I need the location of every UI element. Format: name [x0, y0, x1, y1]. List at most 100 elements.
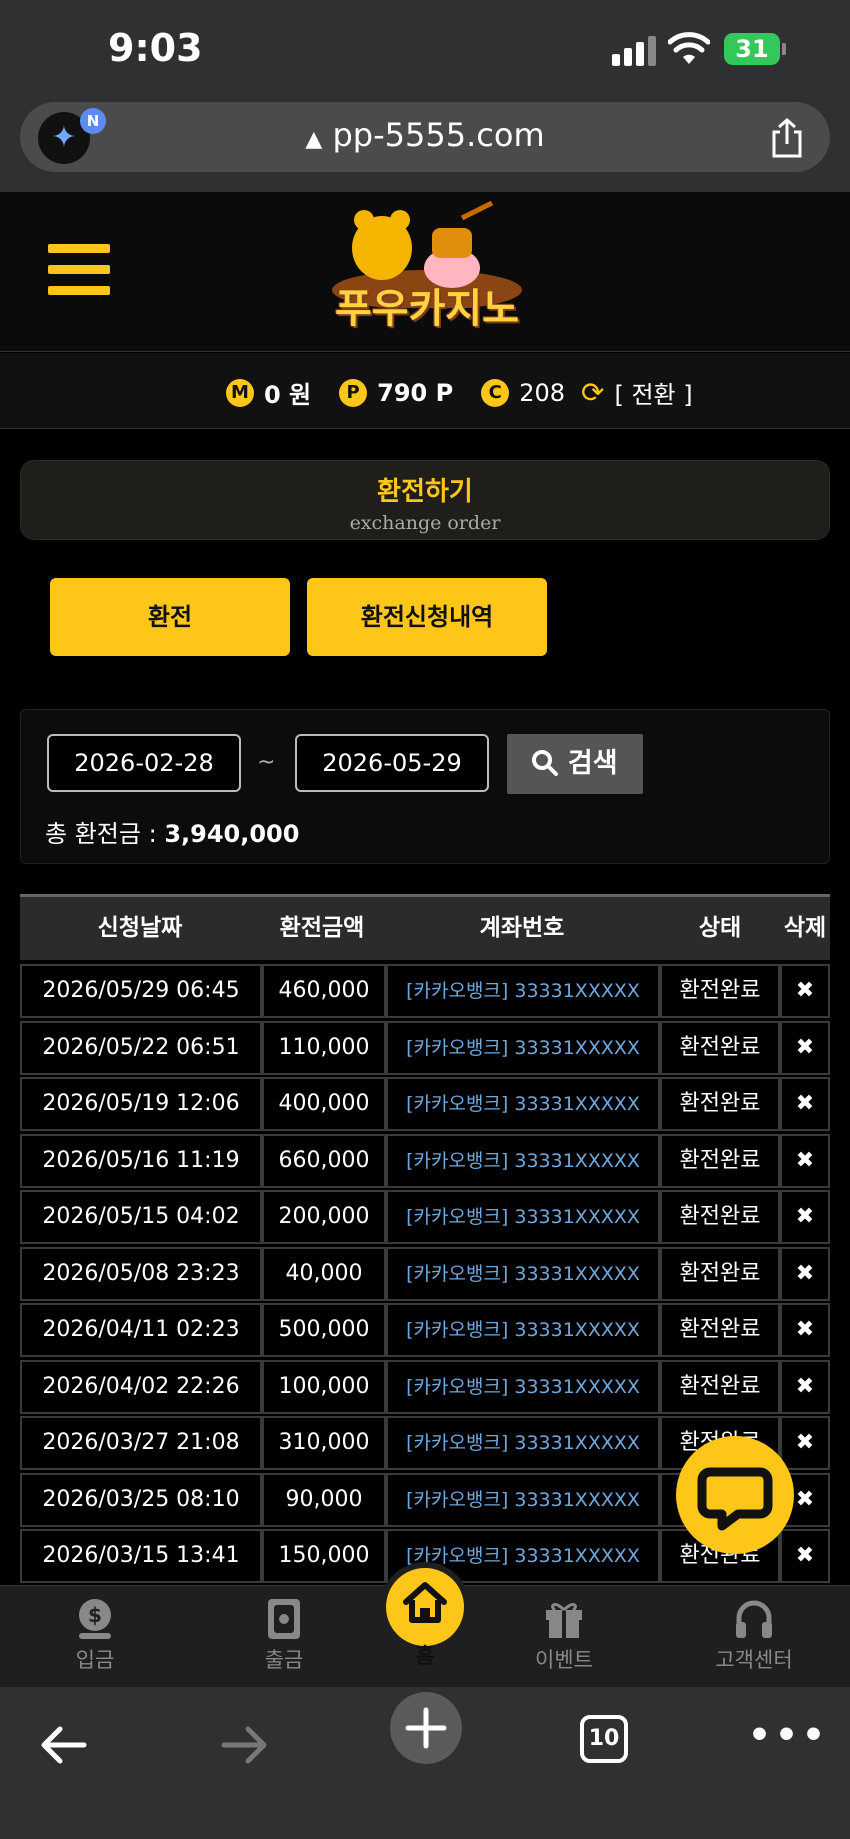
table-row: 2026/04/02 22:26 100,000 [카카오뱅크] 33331XXXX… [20, 1359, 830, 1416]
cell-date: 2026/05/19 12:06 [20, 1077, 262, 1131]
table-row: 2026/05/16 11:19 660,000 [카카오뱅크] 33331XXXX… [20, 1133, 830, 1190]
nav-home-label: 홈 [415, 1644, 435, 1668]
exchange-history-tab-button[interactable]: 환전신청내역 [307, 578, 547, 656]
cell-amount: 310,000 [262, 1416, 386, 1470]
site-logo[interactable]: 푸우카지노 [312, 198, 542, 348]
new-tab-button[interactable] [390, 1692, 462, 1764]
delete-button[interactable]: ✖ [780, 964, 830, 1018]
url-value: pp-5555.com [332, 116, 545, 154]
plus-icon [405, 1707, 447, 1749]
nav-event[interactable]: 이벤트 [494, 1594, 634, 1674]
cell-status: 환전완료 [660, 1133, 780, 1188]
svg-text:$: $ [88, 1603, 102, 1627]
cellular-signal-icon [612, 36, 658, 66]
nav-deposit[interactable]: $ 입금 [25, 1594, 165, 1674]
cell-amount: 150,000 [262, 1529, 386, 1583]
casino-balance: 208 [519, 378, 565, 407]
address-bar[interactable]: ✦ N ▲ pp-5555.com [20, 102, 830, 172]
cell-status: 환전완료 [660, 1020, 780, 1075]
cell-account[interactable]: [카카오뱅크] 33331XXXXX [386, 1303, 660, 1357]
search-button-label: 검색 [567, 748, 618, 779]
cell-date: 2026/03/15 13:41 [20, 1529, 262, 1583]
cell-amount: 200,000 [262, 1190, 386, 1244]
cell-status: 환전완료 [660, 1359, 780, 1414]
cell-status: 환전완료 [660, 1246, 780, 1301]
nav-support[interactable]: 고객센터 [684, 1594, 824, 1674]
cell-account[interactable]: [카카오뱅크] 33331XXXXX [386, 1190, 660, 1244]
back-arrow-icon[interactable] [38, 1723, 88, 1767]
cell-account[interactable]: [카카오뱅크] 33331XXXXX [386, 1416, 660, 1470]
url-text[interactable]: ▲ pp-5555.com [20, 116, 830, 154]
date-from-input[interactable]: 2026-02-28 [47, 734, 241, 792]
switch-link[interactable]: [ 전환 ] [614, 375, 692, 410]
cell-account[interactable]: [카카오뱅크] 33331XXXXX [386, 1246, 660, 1301]
table-row: 2026/05/08 23:23 40,000 [카카오뱅크] 33331XXXXX… [20, 1246, 830, 1303]
nav-withdraw[interactable]: 출금 [214, 1594, 354, 1674]
delete-button[interactable]: ✖ [780, 1133, 830, 1188]
table-row: 2026/05/15 04:02 200,000 [카카오뱅크] 33331XXXX… [20, 1190, 830, 1246]
cell-account[interactable]: [카카오뱅크] 33331XXXXX [386, 1020, 660, 1075]
table-row: 2026/05/19 12:06 400,000 [카카오뱅크] 33331XXXX… [20, 1077, 830, 1133]
warning-icon: ▲ [305, 127, 323, 152]
header-amount: 환전금액 [279, 915, 365, 941]
delete-button[interactable]: ✖ [780, 1190, 830, 1244]
cell-date: 2026/05/08 23:23 [20, 1246, 262, 1301]
cell-account[interactable]: [카카오뱅크] 33331XXXXX [386, 1133, 660, 1188]
share-icon[interactable] [770, 118, 804, 158]
browser-top-chrome: 9:03 31 ✦ N ▲ pp-5555.com [0, 0, 850, 192]
delete-button[interactable]: ✖ [780, 1303, 830, 1357]
forward-arrow-icon[interactable] [220, 1723, 270, 1767]
cell-date: 2026/05/29 06:45 [20, 964, 262, 1018]
cell-amount: 40,000 [262, 1246, 386, 1301]
cell-amount: 100,000 [262, 1359, 386, 1414]
header-date: 신청날짜 [97, 915, 183, 941]
cell-account[interactable]: [카카오뱅크] 33331XXXXX [386, 1077, 660, 1131]
cell-status: 환전완료 [660, 1190, 780, 1244]
battery-indicator: 31 [724, 33, 780, 65]
cell-account[interactable]: [카카오뱅크] 33331XXXXX [386, 1359, 660, 1414]
exchange-tab-button[interactable]: 환전 [50, 578, 290, 656]
table-row: 2026/05/29 06:45 460,000 [카카오뱅크] 33331XXXX… [20, 964, 830, 1020]
table-row: 2026/05/22 06:51 110,000 [카카오뱅크] 33331XXXX… [20, 1020, 830, 1077]
delete-button[interactable]: ✖ [780, 1020, 830, 1075]
cell-date: 2026/03/27 21:08 [20, 1416, 262, 1470]
more-icon[interactable]: ••• [748, 1715, 829, 1756]
cell-date: 2026/05/16 11:19 [20, 1133, 262, 1188]
date-to-input[interactable]: 2026-05-29 [295, 734, 489, 792]
nav-support-label: 고객센터 [715, 1648, 793, 1672]
nav-event-label: 이벤트 [535, 1648, 593, 1672]
search-panel: 2026-02-28 ~ 2026-05-29 검색 총 환전금 : 3,940… [20, 709, 830, 864]
header-delete: 삭제 [783, 915, 827, 941]
delete-button[interactable]: ✖ [780, 1246, 830, 1301]
cell-account[interactable]: [카카오뱅크] 33331XXXXX [386, 1472, 660, 1527]
cell-amount: 90,000 [262, 1472, 386, 1527]
cell-amount: 660,000 [262, 1133, 386, 1188]
cell-amount: 110,000 [262, 1020, 386, 1075]
cell-amount: 400,000 [262, 1077, 386, 1131]
tabs-button[interactable]: 10 [580, 1715, 628, 1763]
cell-date: 2026/05/22 06:51 [20, 1020, 262, 1075]
cell-account[interactable]: [카카오뱅크] 33331XXXXX [386, 964, 660, 1018]
page-title: 환전하기 [377, 477, 473, 507]
table-row: 2026/04/11 02:23 500,000 [카카오뱅크] 33331XXXX… [20, 1303, 830, 1359]
delete-button[interactable]: ✖ [780, 1359, 830, 1414]
delete-button[interactable]: ✖ [780, 1077, 830, 1131]
search-button[interactable]: 검색 [507, 734, 643, 794]
cell-date: 2026/05/15 04:02 [20, 1190, 262, 1244]
money-balance: 0 원 [264, 381, 312, 409]
cell-date: 2026/03/25 08:10 [20, 1472, 262, 1527]
cell-amount: 500,000 [262, 1303, 386, 1357]
wifi-icon [668, 32, 710, 64]
chat-button[interactable] [676, 1436, 794, 1554]
nav-home[interactable] [380, 1562, 470, 1652]
header-status: 상태 [698, 915, 742, 941]
cell-amount: 460,000 [262, 964, 386, 1018]
total-label: 총 환전금 : [45, 820, 157, 848]
logo-text: 푸우카지노 [335, 286, 519, 332]
refresh-icon[interactable]: ⟳ [581, 376, 604, 409]
site-header: 푸우카지노 [0, 192, 850, 352]
hamburger-icon[interactable] [48, 244, 110, 296]
m-coin-icon: M [226, 378, 254, 407]
c-coin-icon: C [481, 378, 510, 407]
cell-status: 환전완료 [660, 1077, 780, 1131]
